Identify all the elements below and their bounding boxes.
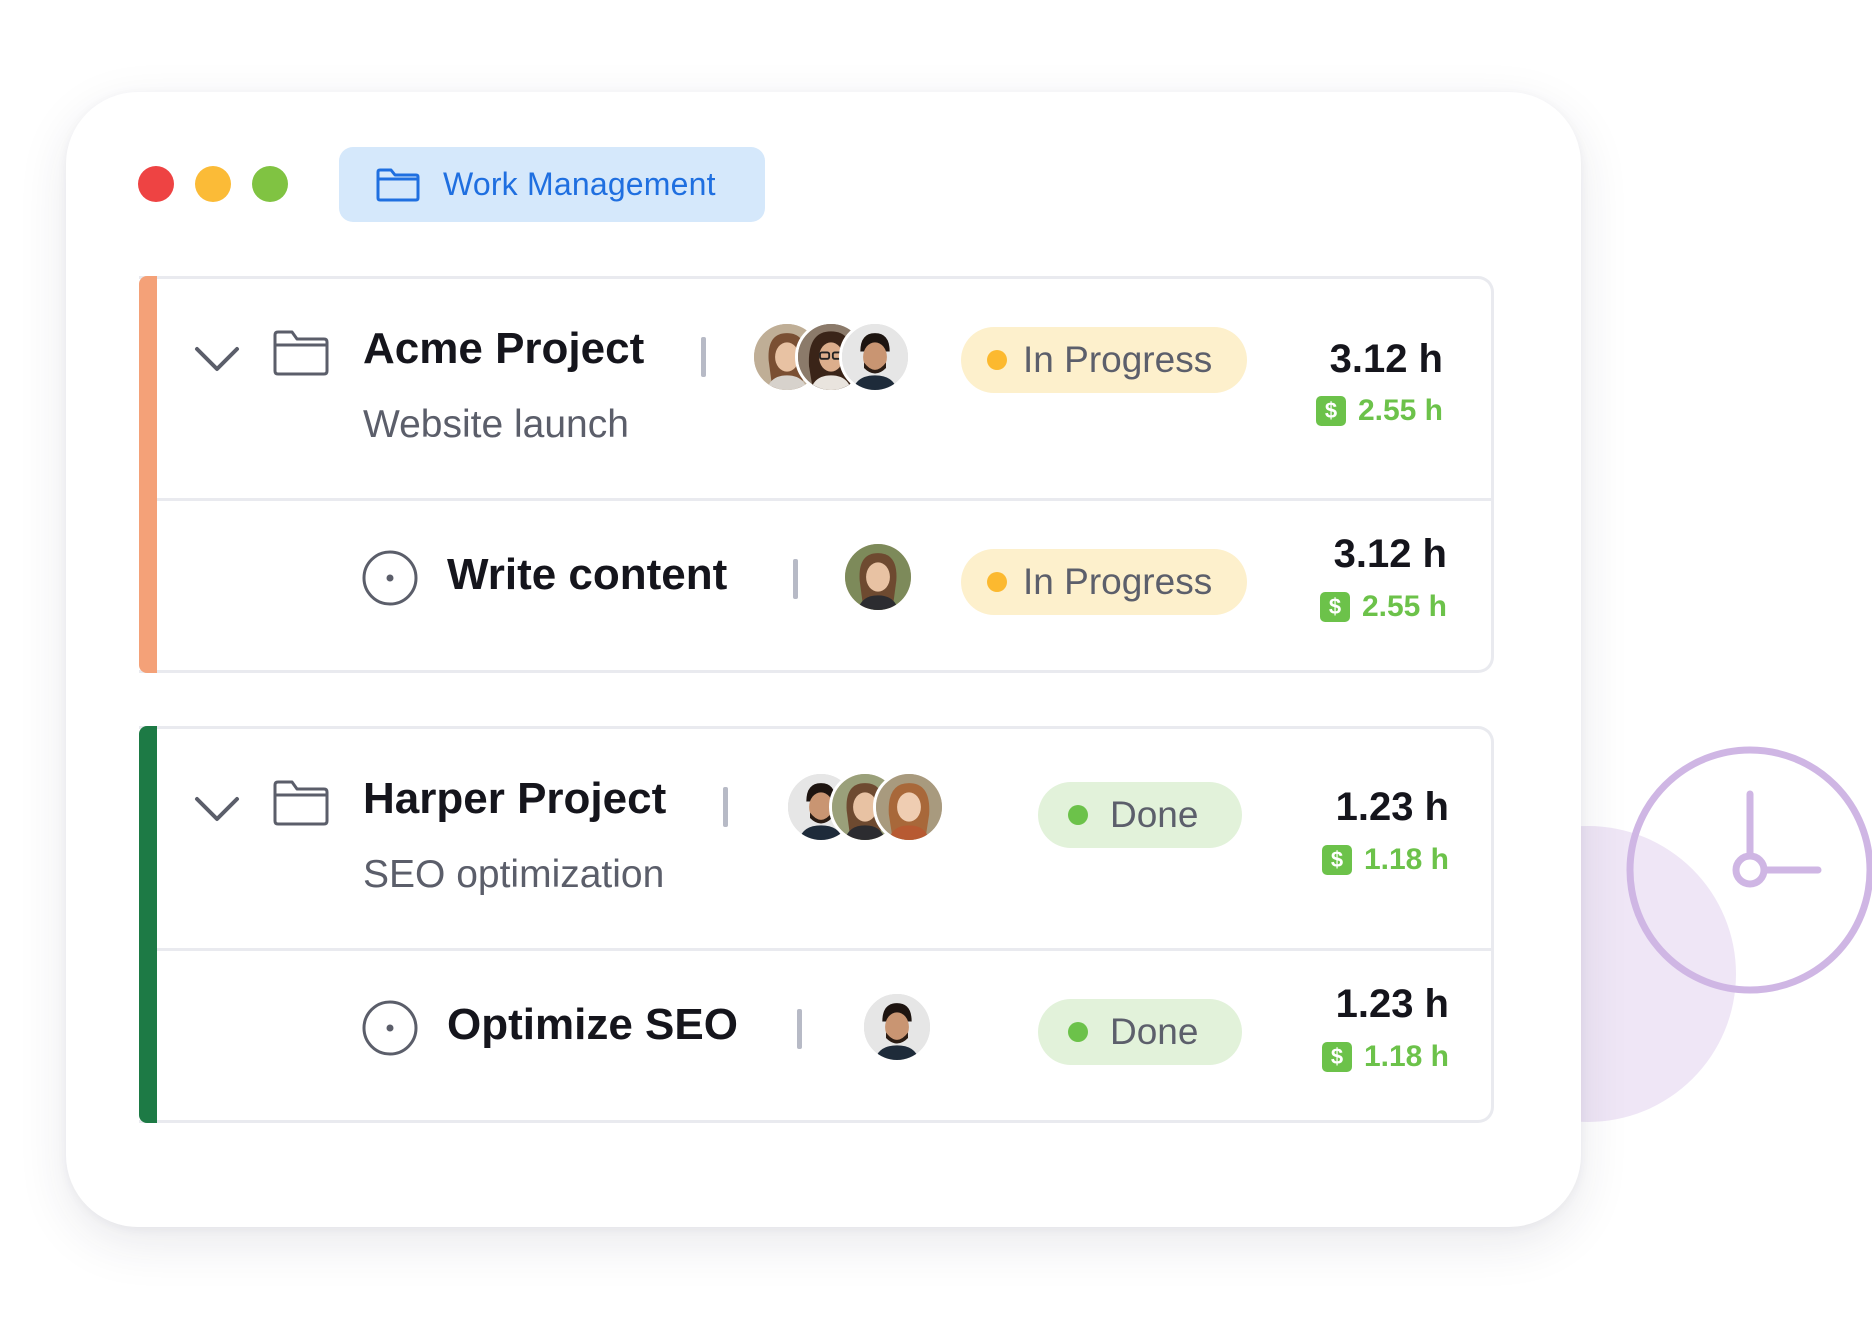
- task-title[interactable]: Optimize SEO: [447, 1000, 738, 1050]
- task-circle-icon[interactable]: [361, 549, 419, 607]
- assignee-avatars[interactable]: [785, 771, 945, 843]
- billable-hours-value: 1.18 h: [1363, 1040, 1449, 1073]
- dollar-icon: $: [1321, 845, 1352, 875]
- folder-icon: [273, 780, 329, 826]
- status-badge[interactable]: In Progress: [961, 549, 1247, 615]
- billable-hours-value: 2.55 h: [1357, 394, 1443, 427]
- status-badge[interactable]: Done: [1038, 782, 1242, 848]
- status-dot: [1068, 1022, 1088, 1042]
- status-badge[interactable]: In Progress: [961, 327, 1247, 393]
- status-dot: [1068, 805, 1088, 825]
- folder-icon: [273, 330, 329, 376]
- chevron-down-icon[interactable]: [192, 343, 242, 373]
- project-group-harper: Harper Project SEO optimization Done 1.2…: [139, 726, 1494, 1123]
- avatar[interactable]: [842, 541, 914, 613]
- clock-icon: [1626, 746, 1872, 994]
- status-label: In Progress: [1023, 339, 1213, 380]
- minimize-window-button[interactable]: [195, 166, 231, 202]
- task-circle-icon[interactable]: [361, 999, 419, 1057]
- tracked-hours: 3.12 h: [1333, 532, 1447, 576]
- separator: [797, 1009, 802, 1049]
- tracked-hours: 1.23 h: [1335, 785, 1449, 829]
- billable-hours: $ 2.55 h: [1319, 590, 1447, 624]
- dollar-icon: $: [1315, 396, 1346, 426]
- billable-hours: $ 1.18 h: [1321, 1040, 1449, 1074]
- maximize-window-button[interactable]: [252, 166, 288, 202]
- tracked-hours: 3.12 h: [1329, 337, 1443, 381]
- workspace-label: Work Management: [443, 166, 716, 202]
- avatar[interactable]: [861, 991, 933, 1063]
- billable-hours: $ 1.18 h: [1321, 843, 1449, 877]
- status-dot: [987, 572, 1007, 592]
- project-title[interactable]: Acme Project: [363, 324, 644, 374]
- dollar-icon: $: [1319, 592, 1350, 622]
- avatar[interactable]: [839, 321, 911, 393]
- separator: [701, 337, 706, 377]
- billable-hours-value: 1.18 h: [1363, 843, 1449, 876]
- close-window-button[interactable]: [138, 166, 174, 202]
- assignee-avatars[interactable]: [751, 321, 911, 393]
- status-badge[interactable]: Done: [1038, 999, 1242, 1065]
- project-subtitle: Website launch: [363, 403, 629, 446]
- assignee-avatars[interactable]: [861, 991, 933, 1063]
- separator: [793, 559, 798, 599]
- status-label: In Progress: [1023, 561, 1213, 602]
- project-group-acme: Acme Project Website launch In Progress …: [139, 276, 1494, 673]
- row-divider: [157, 498, 1491, 501]
- dollar-icon: $: [1321, 1042, 1352, 1072]
- status-label: Done: [1110, 794, 1199, 835]
- group-accent-bar: [139, 276, 157, 673]
- status-dot: [987, 350, 1007, 370]
- assignee-avatars[interactable]: [842, 541, 914, 613]
- project-subtitle: SEO optimization: [363, 853, 665, 896]
- avatar[interactable]: [873, 771, 945, 843]
- billable-hours: $ 2.55 h: [1315, 394, 1443, 428]
- billable-hours-value: 2.55 h: [1361, 590, 1447, 623]
- chevron-down-icon[interactable]: [192, 793, 242, 823]
- project-title[interactable]: Harper Project: [363, 774, 666, 824]
- tracked-hours: 1.23 h: [1335, 982, 1449, 1026]
- separator: [723, 787, 728, 827]
- status-label: Done: [1110, 1011, 1199, 1052]
- workspace-chip[interactable]: Work Management: [339, 147, 765, 222]
- row-divider: [157, 948, 1491, 951]
- task-title[interactable]: Write content: [447, 550, 727, 600]
- group-accent-bar: [139, 726, 157, 1123]
- folder-icon: [376, 168, 420, 201]
